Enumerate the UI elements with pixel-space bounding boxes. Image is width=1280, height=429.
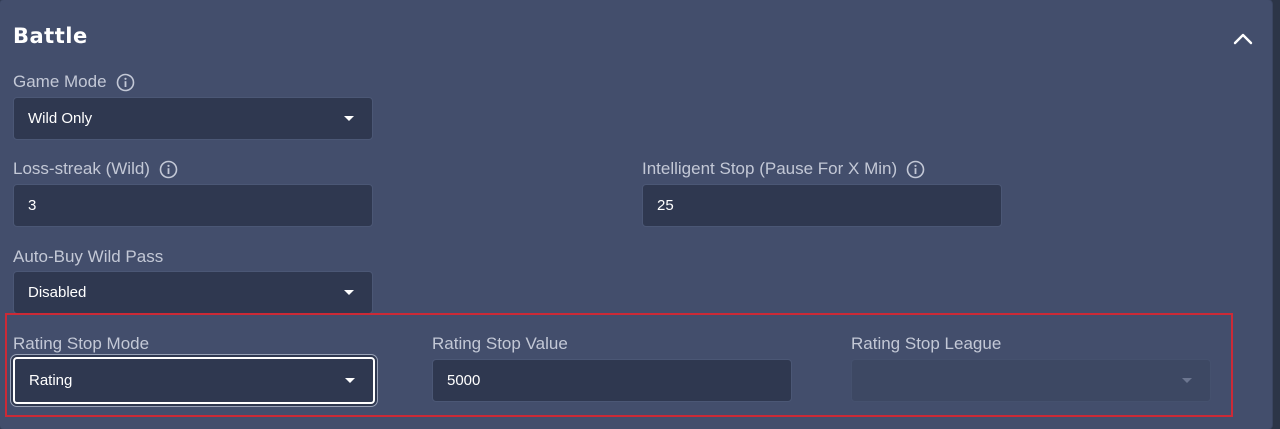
game-mode-select[interactable]: Wild Only: [13, 97, 373, 140]
intelligent-stop-label: Intelligent Stop (Pause For X Min): [642, 159, 898, 178]
loss-streak-field[interactable]: [28, 197, 372, 214]
game-mode-label-row: Game Mode: [13, 72, 135, 92]
rating-stop-mode-select[interactable]: Rating: [13, 357, 375, 404]
rating-stop-league-select[interactable]: [851, 359, 1211, 402]
caret-down-icon: [345, 378, 355, 383]
battle-settings-panel: Battle Game Mode Wild Only Loss-streak (…: [0, 0, 1272, 429]
loss-streak-input[interactable]: [13, 184, 373, 227]
caret-down-icon: [344, 290, 354, 295]
chevron-up-icon: [1233, 33, 1253, 45]
info-icon[interactable]: [159, 160, 178, 179]
loss-streak-label-row: Loss-streak (Wild): [13, 159, 178, 179]
rating-stop-league-label: Rating Stop League: [851, 334, 1002, 353]
rating-stop-value-label: Rating Stop Value: [432, 334, 568, 353]
rating-stop-mode-value: Rating: [29, 372, 73, 389]
game-mode-value: Wild Only: [28, 110, 93, 127]
info-icon[interactable]: [116, 73, 135, 92]
rating-stop-value-label-row: Rating Stop Value: [432, 334, 568, 354]
rating-stop-mode-label: Rating Stop Mode: [13, 334, 150, 353]
intelligent-stop-input[interactable]: [642, 184, 1002, 227]
rating-stop-value-field[interactable]: [447, 372, 791, 389]
rating-stop-mode-label-row: Rating Stop Mode: [13, 334, 149, 354]
collapse-button[interactable]: [1228, 24, 1258, 52]
auto-buy-value: Disabled: [28, 284, 87, 301]
rating-stop-league-label-row: Rating Stop League: [851, 334, 1001, 354]
rating-stop-value-input[interactable]: [432, 359, 792, 402]
loss-streak-label: Loss-streak (Wild): [13, 159, 150, 178]
info-icon[interactable]: [906, 160, 925, 179]
game-mode-label: Game Mode: [13, 72, 107, 91]
auto-buy-label-row: Auto-Buy Wild Pass: [13, 247, 163, 267]
caret-down-icon: [1182, 378, 1192, 383]
intelligent-stop-label-row: Intelligent Stop (Pause For X Min): [642, 159, 925, 179]
auto-buy-select[interactable]: Disabled: [13, 271, 373, 314]
section-title: Battle: [13, 24, 88, 48]
auto-buy-label: Auto-Buy Wild Pass: [13, 247, 164, 266]
intelligent-stop-field[interactable]: [657, 197, 1001, 214]
caret-down-icon: [344, 116, 354, 121]
